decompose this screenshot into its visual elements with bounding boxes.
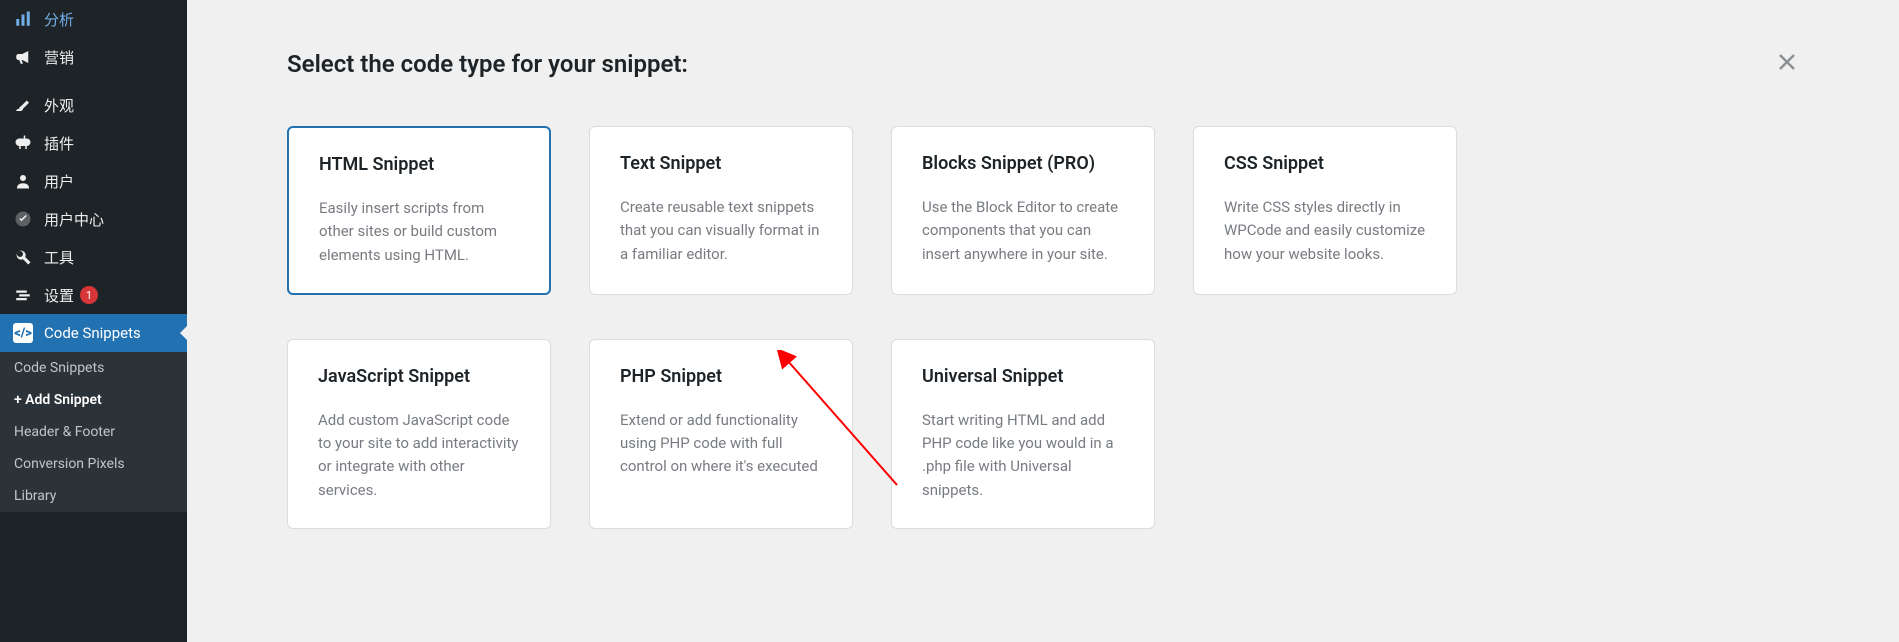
sidebar-label: 设置 [44, 285, 74, 306]
card-desc: Start writing HTML and add PHP code like… [922, 409, 1124, 502]
tools-icon [12, 246, 34, 268]
sidebar-label: 外观 [44, 95, 74, 116]
settings-icon [12, 284, 34, 306]
card-desc: Use the Block Editor to create component… [922, 196, 1124, 266]
card-title: HTML Snippet [319, 154, 519, 175]
card-blocks-snippet[interactable]: Blocks Snippet (PRO) Use the Block Edito… [891, 126, 1155, 295]
sidebar-item-code-snippets[interactable]: </> Code Snippets [0, 314, 187, 352]
sidebar-label: 分析 [44, 9, 74, 30]
sidebar-item-users[interactable]: 用户 [0, 162, 187, 200]
card-desc: Extend or add functionality using PHP co… [620, 409, 822, 479]
submenu-header-footer[interactable]: Header & Footer [0, 416, 187, 448]
megaphone-icon [12, 46, 34, 68]
submenu-conversion-pixels[interactable]: Conversion Pixels [0, 448, 187, 480]
sidebar-label: Code Snippets [44, 324, 141, 342]
brush-icon [12, 94, 34, 116]
sidebar-item-analytics[interactable]: 分析 [0, 0, 187, 38]
sidebar-item-plugins[interactable]: 插件 [0, 124, 187, 162]
card-title: Text Snippet [620, 153, 822, 174]
code-icon: </> [12, 322, 34, 344]
sidebar-label: 用户中心 [44, 209, 104, 230]
card-desc: Create reusable text snippets that you c… [620, 196, 822, 266]
card-desc: Add custom JavaScript code to your site … [318, 409, 520, 502]
card-title: PHP Snippet [620, 366, 822, 387]
sidebar-item-appearance[interactable]: 外观 [0, 86, 187, 124]
sidebar-item-marketing[interactable]: 营销 [0, 38, 187, 76]
submenu-add-snippet[interactable]: + Add Snippet [0, 384, 187, 416]
main-content: Select the code type for your snippet: H… [187, 0, 1899, 642]
submenu-library[interactable]: Library [0, 480, 187, 512]
card-php-snippet[interactable]: PHP Snippet Extend or add functionality … [589, 339, 853, 529]
sidebar-label: 工具 [44, 247, 74, 268]
sidebar-label: 用户 [44, 171, 74, 192]
sidebar-item-usercenter[interactable]: 用户中心 [0, 200, 187, 238]
sidebar-label: 插件 [44, 133, 74, 154]
sidebar-submenu: Code Snippets + Add Snippet Header & Foo… [0, 352, 187, 512]
submenu-code-snippets[interactable]: Code Snippets [0, 352, 187, 384]
page-title: Select the code type for your snippet: [287, 50, 688, 78]
notification-badge: 1 [80, 286, 98, 304]
snippet-type-grid: HTML Snippet Easily insert scripts from … [287, 126, 1799, 529]
card-title: CSS Snippet [1224, 153, 1426, 174]
card-text-snippet[interactable]: Text Snippet Create reusable text snippe… [589, 126, 853, 295]
admin-sidebar: 分析 营销 外观 插件 用户 用户中心 工具 设置 1 </> Code Sni… [0, 0, 187, 642]
card-desc: Write CSS styles directly in WPCode and … [1224, 196, 1426, 266]
card-universal-snippet[interactable]: Universal Snippet Start writing HTML and… [891, 339, 1155, 529]
card-title: Blocks Snippet (PRO) [922, 153, 1124, 174]
usercenter-icon [12, 208, 34, 230]
close-icon [1775, 50, 1799, 74]
card-title: JavaScript Snippet [318, 366, 520, 387]
card-desc: Easily insert scripts from other sites o… [319, 197, 519, 267]
users-icon [12, 170, 34, 192]
card-css-snippet[interactable]: CSS Snippet Write CSS styles directly in… [1193, 126, 1457, 295]
card-html-snippet[interactable]: HTML Snippet Easily insert scripts from … [287, 126, 551, 295]
header-row: Select the code type for your snippet: [287, 50, 1799, 78]
sidebar-item-settings[interactable]: 设置 1 [0, 276, 187, 314]
analytics-icon [12, 8, 34, 30]
card-javascript-snippet[interactable]: JavaScript Snippet Add custom JavaScript… [287, 339, 551, 529]
plugins-icon [12, 132, 34, 154]
card-title: Universal Snippet [922, 366, 1124, 387]
sidebar-item-tools[interactable]: 工具 [0, 238, 187, 276]
sidebar-label: 营销 [44, 47, 74, 68]
close-button[interactable] [1775, 50, 1799, 78]
